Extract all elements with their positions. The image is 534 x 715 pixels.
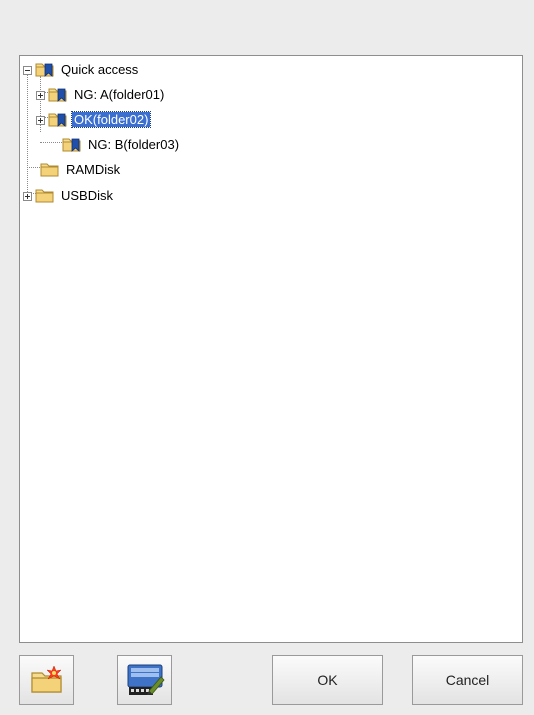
tree-item-label: RAMDisk: [66, 162, 121, 177]
folder-icon: [40, 161, 60, 177]
new-folder-icon: [30, 665, 62, 693]
quick-access-folder-icon: [35, 61, 55, 77]
bookmarked-folder-icon: [48, 86, 68, 102]
expand-icon[interactable]: [36, 116, 45, 125]
expand-icon[interactable]: [23, 192, 32, 201]
tree-item-usbdisk[interactable]: USBDisk: [20, 186, 220, 206]
new-folder-button[interactable]: [19, 655, 74, 705]
keyboard-button[interactable]: [117, 655, 172, 705]
folder-tree[interactable]: Quick access NG: A(folder01) OK(folder02…: [19, 55, 523, 643]
ok-button[interactable]: OK: [272, 655, 383, 705]
tree-item-folder03[interactable]: NG: B(folder03): [20, 135, 280, 155]
tree-item-label: OK(folder02): [70, 111, 152, 128]
tree-item-quick-access[interactable]: Quick access: [20, 60, 220, 80]
tree-item-label: USBDisk: [61, 188, 114, 203]
tree-item-folder02[interactable]: OK(folder02): [20, 110, 280, 130]
cancel-button[interactable]: Cancel: [412, 655, 523, 705]
expand-icon[interactable]: [36, 91, 45, 100]
bookmarked-folder-icon: [48, 111, 68, 127]
keyboard-edit-icon: [127, 664, 165, 695]
bookmarked-folder-icon: [62, 136, 82, 152]
tree-item-folder01[interactable]: NG: A(folder01): [20, 85, 280, 105]
tree-item-label: NG: A(folder01): [74, 87, 165, 102]
tree-item-label: Quick access: [61, 62, 139, 77]
tree-item-ramdisk[interactable]: RAMDisk: [20, 160, 220, 180]
collapse-icon[interactable]: [23, 66, 32, 75]
tree-item-label: NG: B(folder03): [88, 137, 180, 152]
folder-icon: [35, 187, 55, 203]
